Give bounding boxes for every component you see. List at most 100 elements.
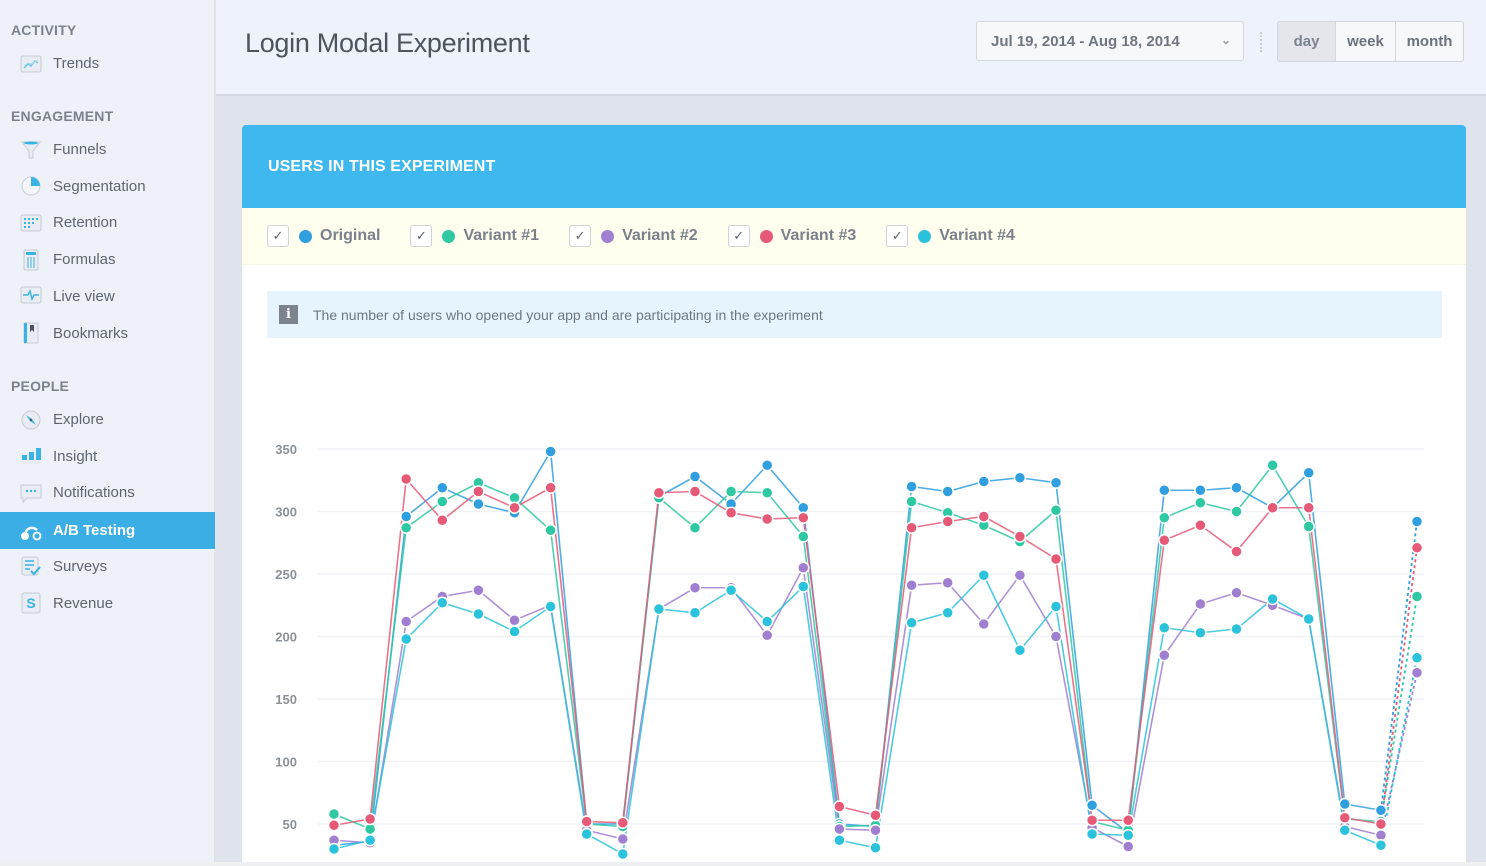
data-point-4-9[interactable] [652, 602, 666, 616]
data-point-0-16[interactable] [905, 480, 918, 493]
data-point-0-3[interactable] [436, 481, 449, 494]
data-point-3-14[interactable] [833, 800, 846, 813]
data-point-4-1[interactable] [363, 834, 377, 847]
data-point-4-13[interactable] [797, 580, 810, 593]
data-point-3-23[interactable] [1158, 534, 1171, 547]
data-point-3-28[interactable] [1338, 811, 1352, 824]
data-point-4-2[interactable] [399, 632, 413, 646]
data-point-2-14[interactable] [833, 822, 846, 836]
data-point-2-17[interactable] [941, 576, 954, 589]
data-point-0-17[interactable] [941, 485, 954, 498]
data-point-4-4[interactable] [472, 607, 485, 621]
data-point-2-24[interactable] [1194, 597, 1207, 611]
data-point-3-7[interactable] [580, 815, 593, 828]
data-point-1-11[interactable] [724, 485, 738, 498]
data-point-3-9[interactable] [652, 486, 666, 499]
data-point-3-6[interactable] [544, 481, 557, 494]
data-point-3-12[interactable] [760, 512, 774, 526]
data-point-0-21[interactable] [1085, 799, 1099, 812]
data-point-1-0[interactable] [327, 807, 341, 821]
data-point-0-29[interactable] [1374, 804, 1388, 817]
data-point-3-20[interactable] [1049, 552, 1063, 566]
data-point-2-15[interactable] [869, 824, 882, 837]
data-point-1-27[interactable] [1302, 520, 1315, 533]
data-point-4-29[interactable] [1374, 839, 1388, 852]
data-point-3-27[interactable] [1302, 501, 1315, 514]
data-point-3-8[interactable] [616, 816, 630, 829]
data-point-4-15[interactable] [869, 841, 882, 854]
data-point-4-28[interactable] [1338, 824, 1352, 837]
data-point-1-3[interactable] [436, 495, 449, 508]
data-point-0-4[interactable] [472, 497, 485, 511]
data-point-3-26[interactable] [1266, 501, 1279, 514]
data-point-1-16[interactable] [905, 495, 918, 508]
data-point-2-18[interactable] [977, 617, 991, 631]
data-point-4-7[interactable] [580, 827, 593, 841]
data-point-2-10[interactable] [688, 581, 702, 594]
data-point-1-25[interactable] [1230, 505, 1243, 518]
data-point-4-20[interactable] [1049, 600, 1063, 613]
data-point-4-25[interactable] [1230, 622, 1243, 636]
data-point-3-13[interactable] [797, 511, 810, 524]
data-point-4-6[interactable] [544, 600, 557, 613]
data-point-4-17[interactable] [941, 606, 954, 619]
data-point-3-17[interactable] [941, 515, 954, 528]
data-point-0-19[interactable] [1013, 471, 1027, 484]
data-point-0-27[interactable] [1302, 466, 1315, 479]
data-point-0-25[interactable] [1230, 481, 1243, 494]
data-point-0-12[interactable] [760, 459, 774, 472]
data-point-2-25[interactable] [1230, 586, 1243, 599]
data-point-2-5[interactable] [508, 614, 521, 627]
data-point-3-1[interactable] [363, 812, 377, 826]
data-point-3-15[interactable] [869, 809, 882, 822]
data-point-2-19[interactable] [1013, 569, 1027, 582]
data-point-2-23[interactable] [1158, 649, 1171, 662]
data-point-4-0[interactable] [327, 842, 341, 856]
data-point-0-30[interactable] [1410, 515, 1424, 528]
data-point-3-2[interactable] [399, 472, 413, 486]
data-point-1-26[interactable] [1266, 459, 1279, 472]
data-point-2-8[interactable] [616, 832, 630, 846]
data-point-4-12[interactable] [760, 615, 774, 628]
data-point-4-22[interactable] [1121, 829, 1135, 842]
data-point-2-16[interactable] [905, 579, 918, 592]
data-point-4-8[interactable] [616, 847, 630, 861]
data-point-0-24[interactable] [1194, 484, 1207, 497]
data-point-0-28[interactable] [1338, 797, 1352, 811]
data-point-3-3[interactable] [436, 514, 449, 527]
data-point-4-24[interactable] [1194, 626, 1207, 639]
data-point-2-30[interactable] [1410, 666, 1424, 679]
data-point-1-6[interactable] [544, 524, 557, 537]
data-point-4-23[interactable] [1158, 621, 1171, 634]
data-point-3-21[interactable] [1085, 814, 1099, 827]
data-point-4-16[interactable] [905, 616, 918, 629]
data-point-4-3[interactable] [436, 596, 449, 609]
data-point-1-20[interactable] [1049, 504, 1063, 517]
data-point-3-5[interactable] [508, 501, 521, 514]
data-point-3-0[interactable] [327, 819, 341, 832]
data-point-2-12[interactable] [760, 629, 774, 642]
data-point-3-16[interactable] [905, 521, 918, 534]
data-point-0-6[interactable] [544, 445, 557, 458]
data-point-3-24[interactable] [1194, 519, 1207, 532]
data-point-1-24[interactable] [1194, 496, 1207, 509]
data-point-0-10[interactable] [688, 470, 702, 483]
data-point-3-4[interactable] [472, 485, 485, 498]
data-point-1-13[interactable] [797, 530, 810, 543]
data-point-3-10[interactable] [688, 485, 702, 498]
data-point-2-22[interactable] [1121, 840, 1135, 853]
data-point-4-30[interactable] [1410, 651, 1424, 664]
data-point-1-10[interactable] [688, 521, 702, 534]
data-point-4-26[interactable] [1266, 592, 1279, 606]
data-point-3-19[interactable] [1013, 530, 1027, 543]
data-point-4-27[interactable] [1302, 612, 1315, 626]
data-point-3-22[interactable] [1121, 814, 1135, 827]
data-point-4-18[interactable] [977, 569, 991, 582]
data-point-4-14[interactable] [833, 834, 846, 847]
data-point-3-25[interactable] [1230, 545, 1243, 558]
data-point-2-13[interactable] [797, 561, 810, 574]
data-point-4-10[interactable] [688, 606, 702, 619]
data-point-0-20[interactable] [1049, 476, 1063, 489]
data-point-4-11[interactable] [724, 584, 738, 597]
data-point-1-23[interactable] [1158, 511, 1171, 524]
